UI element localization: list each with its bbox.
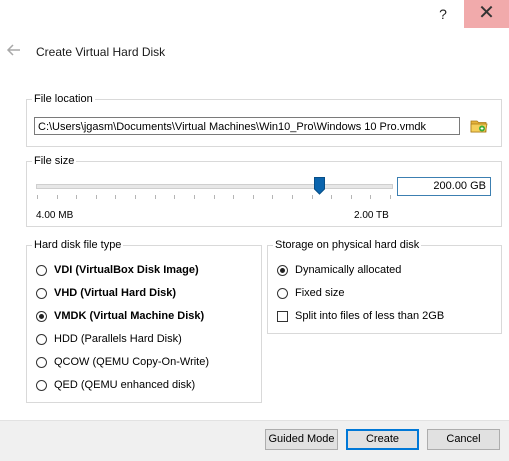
storage-label: Storage on physical hard disk	[273, 239, 422, 251]
slider-tick	[155, 195, 156, 199]
radio-vhd[interactable]	[36, 288, 47, 299]
slider-tick	[96, 195, 97, 199]
size-input[interactable]: 200.00 GB	[397, 177, 491, 196]
disk-type-label: Hard disk file type	[32, 239, 124, 251]
radio-vdi[interactable]	[36, 265, 47, 276]
file-size-label: File size	[32, 155, 77, 167]
option-qed-label[interactable]: QED (QEMU enhanced disk)	[54, 379, 195, 391]
slider-tick	[370, 195, 371, 199]
slider-tick	[233, 195, 234, 199]
slider-tick	[57, 195, 58, 199]
radio-qed[interactable]	[36, 380, 47, 391]
option-vdi-label[interactable]: VDI (VirtualBox Disk Image)	[54, 264, 199, 276]
slider-tick	[115, 195, 116, 199]
slider-tick	[292, 195, 293, 199]
size-slider-thumb[interactable]	[314, 177, 325, 195]
back-arrow-icon[interactable]	[6, 42, 24, 60]
slider-tick	[272, 195, 273, 199]
slider-tick	[214, 195, 215, 199]
radio-fixed[interactable]	[277, 288, 288, 299]
option-vhd-label[interactable]: VHD (Virtual Hard Disk)	[54, 287, 176, 299]
create-button[interactable]: Create	[346, 429, 419, 450]
fixed-label[interactable]: Fixed size	[295, 287, 345, 299]
dialog-title: Create Virtual Hard Disk	[36, 45, 166, 59]
option-qcow-label[interactable]: QCOW (QEMU Copy-On-Write)	[54, 356, 209, 368]
slider-tick	[331, 195, 332, 199]
folder-icon[interactable]	[470, 117, 488, 135]
radio-dynamic[interactable]	[277, 265, 288, 276]
slider-tick	[135, 195, 136, 199]
split-label[interactable]: Split into files of less than 2GB	[295, 310, 444, 322]
guided-mode-button[interactable]: Guided Mode	[265, 429, 338, 450]
split-checkbox[interactable]	[277, 311, 288, 322]
option-hdd-label[interactable]: HDD (Parallels Hard Disk)	[54, 333, 182, 345]
file-location-label: File location	[32, 93, 95, 105]
slider-tick	[351, 195, 352, 199]
help-button[interactable]: ?	[425, 0, 461, 28]
size-max-label: 2.00 TB	[354, 210, 389, 221]
radio-qcow[interactable]	[36, 357, 47, 368]
size-min-label: 4.00 MB	[36, 210, 74, 221]
slider-tick	[194, 195, 195, 199]
slider-tick	[312, 195, 313, 199]
option-vmdk-label[interactable]: VMDK (Virtual Machine Disk)	[54, 310, 204, 322]
dynamic-label[interactable]: Dynamically allocated	[295, 264, 401, 276]
slider-tick	[390, 195, 391, 199]
size-slider-track[interactable]	[36, 184, 393, 189]
slider-tick	[37, 195, 38, 199]
file-path-input[interactable]: C:\Users\jgasm\Documents\Virtual Machine…	[34, 117, 460, 135]
slider-tick	[174, 195, 175, 199]
slider-tick	[253, 195, 254, 199]
close-button[interactable]: ✕	[464, 0, 509, 28]
radio-vmdk[interactable]	[36, 311, 47, 322]
slider-tick	[76, 195, 77, 199]
radio-hdd[interactable]	[36, 334, 47, 345]
cancel-button[interactable]: Cancel	[427, 429, 500, 450]
